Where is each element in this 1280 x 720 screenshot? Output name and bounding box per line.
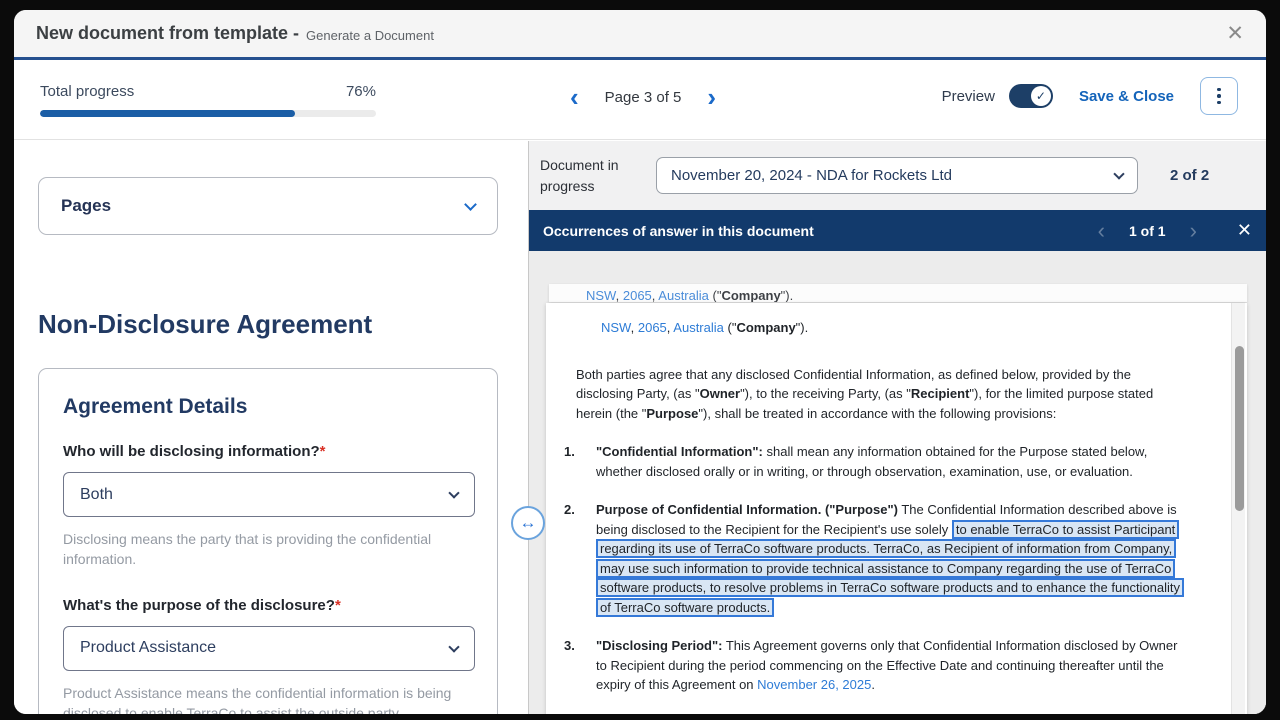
document-scrollbar[interactable] bbox=[1231, 303, 1245, 714]
document-preview-panel: Document in progress November 20, 2024 -… bbox=[528, 141, 1266, 714]
doc-text: Company bbox=[721, 288, 780, 302]
doc-text: (" bbox=[724, 320, 737, 335]
chevron-down-icon bbox=[1113, 168, 1124, 179]
title-bar: New document from template - Generate a … bbox=[14, 10, 1266, 60]
occurrences-bar: Occurrences of answer in this document ‹… bbox=[529, 210, 1266, 251]
chevron-left-icon[interactable]: ‹ bbox=[570, 87, 579, 107]
field-link[interactable]: November 26, 2025 bbox=[757, 677, 871, 692]
chevron-down-icon bbox=[448, 641, 459, 652]
progress-percent: 76% bbox=[346, 83, 376, 100]
doc-text: , bbox=[631, 320, 638, 335]
doc-text: Company bbox=[736, 320, 795, 335]
doc-list-item: 2.Purpose of Confidential Information. (… bbox=[564, 500, 1191, 617]
doc-paragraph: Both parties agree that any disclosed Co… bbox=[576, 365, 1184, 424]
field-link[interactable]: NSW bbox=[601, 320, 631, 335]
pages-dropdown[interactable]: Pages bbox=[38, 177, 498, 235]
pages-label: Pages bbox=[61, 196, 111, 216]
required-asterisk: * bbox=[335, 597, 341, 614]
agreement-details-card: Agreement Details Who will be disclosing… bbox=[38, 368, 498, 714]
doc-text: "). bbox=[796, 320, 809, 335]
doc-list-item: 1."Confidential Information": shall mean… bbox=[564, 442, 1191, 481]
progress-bar bbox=[40, 110, 376, 117]
chevron-down-icon bbox=[448, 487, 459, 498]
doc-text: . bbox=[871, 677, 875, 692]
question-helper-text: Product Assistance means the confidentia… bbox=[63, 683, 455, 714]
questionnaire-panel: Pages Non-Disclosure Agreement Agreement… bbox=[14, 141, 528, 714]
occurrences-counter: 1 of 1 bbox=[1129, 223, 1166, 239]
document-in-progress-bar: Document in progress November 20, 2024 -… bbox=[529, 141, 1266, 210]
doc-text: Recipient bbox=[911, 386, 970, 401]
section-title: Agreement Details bbox=[63, 395, 475, 419]
field-link[interactable]: Australia bbox=[673, 320, 724, 335]
doc-paragraph: NSW, 2065, Australia ("Company"). bbox=[601, 318, 1191, 338]
progress-label: Total progress bbox=[40, 83, 134, 100]
field-link[interactable]: 2065 bbox=[638, 320, 667, 335]
doc-text: , bbox=[616, 288, 623, 302]
kebab-dot bbox=[1217, 88, 1221, 92]
doc-text: Purpose of Confidential Information. ("P… bbox=[596, 502, 898, 517]
field-link[interactable]: Australia bbox=[658, 288, 709, 302]
question-label: What's the purpose of the disclosure?* bbox=[63, 597, 475, 614]
toolbar: Total progress 76% ‹ Page 3 of 5 › Previ… bbox=[14, 63, 1266, 140]
field-link[interactable]: NSW bbox=[586, 288, 616, 302]
previous-page-edge: NSW, 2065, Australia ("Company"). bbox=[549, 284, 1247, 302]
total-progress: Total progress 76% bbox=[40, 83, 376, 117]
document-select[interactable]: November 20, 2024 - NDA for Rockets Ltd bbox=[656, 157, 1138, 194]
question-helper-text: Disclosing means the party that is provi… bbox=[63, 529, 455, 570]
document-count: 2 of 2 bbox=[1170, 167, 1209, 184]
save-close-button[interactable]: Save & Close bbox=[1079, 88, 1174, 105]
purpose-select[interactable]: Product Assistance bbox=[63, 626, 475, 671]
doc-text: Purpose bbox=[646, 406, 698, 421]
list-number: 1. bbox=[564, 442, 596, 481]
question-label: Who will be disclosing information?* bbox=[63, 443, 475, 460]
preview-label: Preview bbox=[942, 88, 995, 105]
window-title: New document from template - bbox=[36, 23, 299, 44]
document-page: NSW, 2065, Australia ("Company"). Both pa… bbox=[546, 303, 1247, 714]
occurrences-close-icon[interactable]: ✕ bbox=[1237, 220, 1252, 241]
doc-text: (" bbox=[709, 288, 722, 302]
occurrences-title: Occurrences of answer in this document bbox=[543, 223, 814, 239]
doc-text: "). bbox=[781, 288, 794, 302]
close-icon[interactable]: ✕ bbox=[1226, 23, 1244, 44]
disclosing-party-select[interactable]: Both bbox=[63, 472, 475, 517]
panel-resize-handle[interactable]: ↔ bbox=[511, 506, 545, 540]
list-number: 2. bbox=[564, 500, 596, 617]
kebab-menu-button[interactable] bbox=[1200, 77, 1238, 115]
document-viewport: NSW, 2065, Australia ("Company"). NSW, 2… bbox=[529, 251, 1266, 714]
required-asterisk: * bbox=[320, 443, 326, 460]
preview-toggle[interactable]: ✓ bbox=[1009, 84, 1053, 108]
occurrence-prev-icon[interactable]: ‹ bbox=[1098, 222, 1105, 240]
doc-text: Owner bbox=[700, 386, 740, 401]
doc-paragraph: NSW, 2065, Australia ("Company"). bbox=[586, 286, 1247, 302]
progress-bar-fill bbox=[40, 110, 295, 117]
occurrence-next-icon[interactable]: › bbox=[1190, 222, 1197, 240]
kebab-dot bbox=[1217, 101, 1221, 105]
kebab-dot bbox=[1217, 94, 1221, 98]
window-subtitle: Generate a Document bbox=[306, 25, 434, 43]
modal-window: New document from template - Generate a … bbox=[14, 10, 1266, 714]
chevron-right-icon[interactable]: › bbox=[707, 87, 716, 107]
list-number: 3. bbox=[564, 636, 596, 695]
doc-text: "Disclosing Period": bbox=[596, 638, 722, 653]
document-in-progress-label: Document in progress bbox=[540, 155, 632, 197]
page-indicator: Page 3 of 5 bbox=[605, 89, 682, 106]
field-link[interactable]: 2065 bbox=[623, 288, 652, 302]
page-navigation: ‹ Page 3 of 5 › bbox=[570, 87, 716, 107]
chevron-down-icon bbox=[464, 198, 477, 211]
document-template-title: Non-Disclosure Agreement bbox=[38, 309, 372, 340]
toggle-check-icon: ✓ bbox=[1031, 86, 1051, 106]
doc-list-item: 3."Disclosing Period": This Agreement go… bbox=[564, 636, 1191, 695]
doc-text: "), shall be treated in accordance with … bbox=[698, 406, 1056, 421]
doc-text: "), to the receiving Party, (as " bbox=[740, 386, 911, 401]
doc-text: "Confidential Information": bbox=[596, 444, 763, 459]
scrollbar-thumb[interactable] bbox=[1235, 346, 1244, 511]
